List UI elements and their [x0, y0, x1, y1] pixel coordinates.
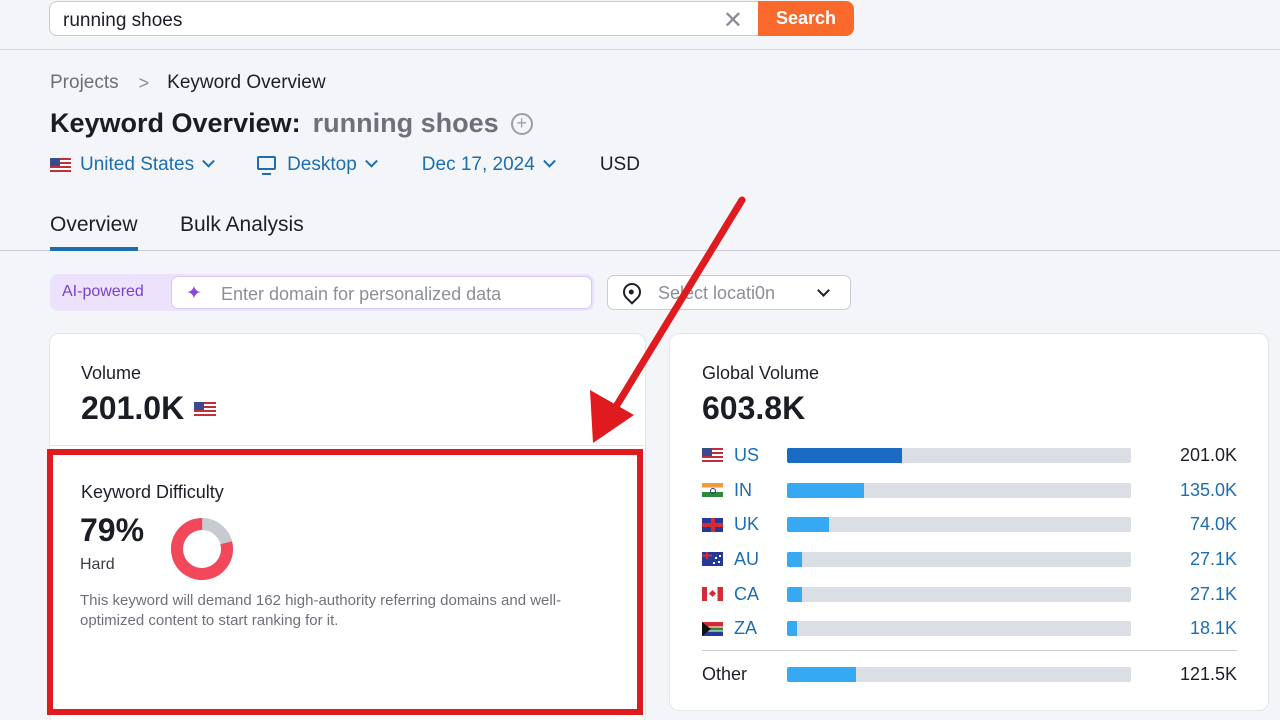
kd-percent: 79%	[80, 512, 145, 548]
volume-bar-track	[787, 447, 1131, 463]
volume-bar-track	[787, 586, 1131, 602]
kd-label: Keyword Difficulty	[81, 482, 224, 502]
chevron-down-icon	[364, 154, 378, 168]
other-label: Other	[702, 663, 748, 684]
volume-bar-track	[787, 666, 1131, 682]
page-title-prefix: Keyword Overview:	[50, 108, 301, 138]
country-code[interactable]: UK	[734, 514, 786, 535]
country-row-other: Other 121.5K	[702, 657, 1237, 692]
country-row-us: US 201.0K	[702, 438, 1237, 473]
us-flag-icon	[50, 158, 71, 172]
tab-bar: Overview Bulk Analysis	[0, 205, 1280, 251]
location-placeholder: Select locati0n	[658, 283, 776, 303]
location-pin-icon	[619, 279, 645, 305]
search-value[interactable]: running shoes	[63, 10, 182, 32]
location-select[interactable]: Select locati0n	[607, 275, 851, 310]
close-icon[interactable]: ✕	[723, 6, 743, 35]
volume-value-row: 201.0K	[81, 390, 217, 427]
country-code[interactable]: US	[734, 445, 786, 466]
country-volume[interactable]: 135.0K	[1180, 480, 1237, 501]
page-title: Keyword Overview: running shoes +	[50, 108, 533, 139]
canada-flag-icon	[702, 587, 723, 602]
country-row-za: ZA 18.1K	[702, 611, 1237, 646]
device-label: Desktop	[287, 154, 357, 175]
india-flag-icon	[702, 483, 723, 498]
date-dropdown[interactable]: Dec 17, 2024	[421, 154, 556, 176]
volume-bar-fill	[787, 447, 902, 463]
country-code[interactable]: CA	[734, 584, 786, 605]
volume-bar-fill	[787, 621, 798, 637]
breadcrumb-current: Keyword Overview	[167, 72, 326, 93]
top-search-bar: running shoes ✕ Search	[0, 0, 1280, 50]
volume-bar-fill	[787, 586, 803, 602]
country-row-in: IN 135.0K	[702, 473, 1237, 508]
currency-label: USD	[599, 154, 640, 175]
tab-overview[interactable]: Overview	[50, 213, 138, 251]
global-volume-label: Global Volume	[702, 363, 820, 383]
volume-bar-fill	[787, 482, 865, 498]
list-divider	[702, 650, 1237, 652]
breadcrumb: Projects > Keyword Overview	[50, 72, 326, 94]
south-africa-flag-icon	[702, 621, 723, 636]
country-code[interactable]: AU	[734, 549, 786, 570]
ai-powered-badge: AI-powered	[62, 283, 144, 300]
date-label: Dec 17, 2024	[421, 154, 535, 175]
breadcrumb-projects[interactable]: Projects	[50, 72, 119, 94]
country-dropdown[interactable]: United States	[50, 154, 215, 176]
kd-donut-chart	[171, 518, 233, 580]
country-row-ca: CA 27.1K	[702, 577, 1237, 612]
kd-description: This keyword will demand 162 high-author…	[80, 592, 562, 629]
chevron-right-icon: >	[138, 72, 150, 93]
country-volume-list: US 201.0K IN 135.0K UK 74.0K AU 27.1K CA…	[702, 438, 1237, 692]
country-code[interactable]: IN	[734, 480, 786, 501]
other-volume: 121.5K	[1179, 663, 1237, 684]
australia-flag-icon	[702, 552, 723, 567]
chevron-down-icon	[817, 284, 830, 297]
sparkle-icon: ✦	[186, 283, 202, 304]
volume-value: 201.0K	[81, 390, 185, 426]
card-divider	[49, 445, 646, 446]
country-volume[interactable]: 27.1K	[1190, 584, 1237, 605]
volume-bar-track	[787, 517, 1131, 533]
country-row-au: AU 27.1K	[702, 542, 1237, 577]
device-dropdown[interactable]: Desktop	[257, 154, 378, 176]
volume-bar-fill	[787, 551, 803, 567]
country-volume[interactable]: 27.1K	[1190, 549, 1237, 570]
country-code[interactable]: ZA	[734, 618, 786, 639]
global-volume-value: 603.8K	[702, 390, 806, 426]
search-button[interactable]: Search	[758, 1, 854, 36]
ai-domain-field: AI-powered ✦ Enter domain for personaliz…	[50, 274, 594, 311]
add-to-list-icon[interactable]: +	[510, 112, 533, 135]
volume-bar-fill	[787, 517, 830, 533]
country-label: United States	[80, 154, 195, 175]
domain-input[interactable]: ✦ Enter domain for personalized data	[171, 276, 592, 309]
kd-level: Hard	[80, 556, 115, 573]
volume-bar-track	[787, 621, 1131, 637]
chevron-down-icon	[202, 154, 215, 168]
filters-row: United States Desktop Dec 17, 2024 USD	[50, 152, 640, 178]
country-row-uk: UK 74.0K	[702, 507, 1237, 542]
domain-input-placeholder: Enter domain for personalized data	[221, 284, 502, 304]
country-volume[interactable]: 18.1K	[1190, 618, 1237, 639]
country-volume: 201.0K	[1179, 444, 1237, 465]
us-flag-icon	[702, 448, 723, 463]
volume-label: Volume	[81, 363, 142, 383]
volume-bar-track	[787, 482, 1131, 498]
volume-bar-fill	[787, 666, 857, 682]
chevron-down-icon	[542, 154, 556, 168]
tab-bulk-analysis[interactable]: Bulk Analysis	[180, 213, 304, 237]
volume-bar-track	[787, 551, 1131, 567]
desktop-icon	[257, 156, 277, 175]
uk-flag-icon	[702, 517, 723, 532]
keyword-search-input[interactable]: running shoes ✕	[49, 1, 759, 36]
us-flag-icon	[194, 401, 217, 416]
page-title-keyword: running shoes	[312, 108, 499, 138]
country-volume[interactable]: 74.0K	[1190, 514, 1237, 535]
